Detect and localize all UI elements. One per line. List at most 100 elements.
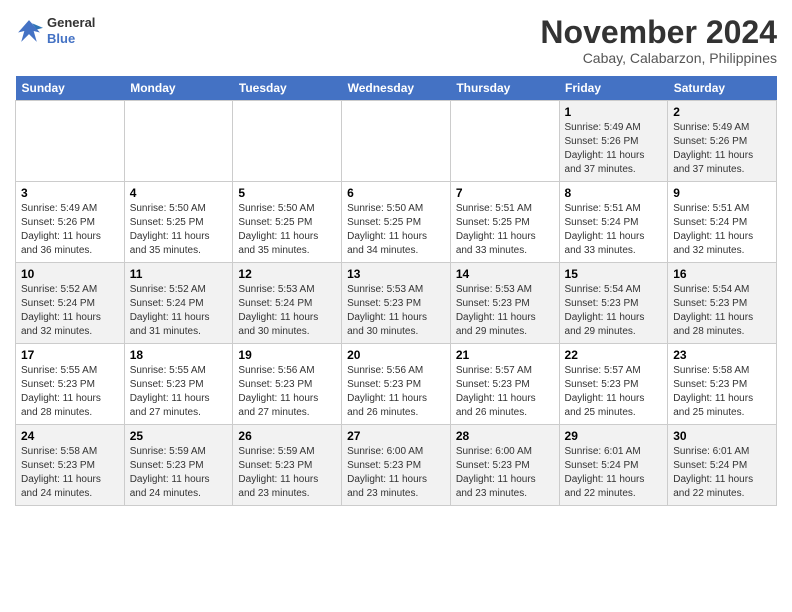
day-info: Sunrise: 5:59 AM Sunset: 5:23 PM Dayligh… (130, 445, 228, 501)
day-number: 16 (673, 267, 771, 281)
day-number: 30 (673, 429, 771, 443)
calendar-cell: 7 Sunrise: 5:51 AM Sunset: 5:25 PM Daylig… (450, 182, 559, 263)
day-number: 24 (21, 429, 119, 443)
day-number: 1 (565, 105, 663, 119)
calendar-week-row: 3 Sunrise: 5:49 AM Sunset: 5:26 PM Daylig… (16, 182, 777, 263)
calendar-cell (233, 101, 342, 182)
day-info: Sunrise: 5:59 AM Sunset: 5:23 PM Dayligh… (238, 445, 336, 501)
day-number: 23 (673, 348, 771, 362)
calendar-cell: 17Sunrise: 5:55 AM Sunset: 5:23 PM Dayli… (16, 344, 125, 425)
calendar-cell: 13Sunrise: 5:53 AM Sunset: 5:23 PM Dayli… (342, 263, 451, 344)
day-info: Sunrise: 5:57 AM Sunset: 5:23 PM Dayligh… (456, 364, 554, 420)
day-info: Sunrise: 5:51 AM Sunset: 5:25 PM Dayligh… (456, 202, 554, 258)
calendar-cell: 18 Sunrise: 5:55 AM Sunset: 5:23 PM Dayli… (124, 344, 233, 425)
calendar-cell: 11Sunrise: 5:52 AM Sunset: 5:24 PM Dayli… (124, 263, 233, 344)
logo-text-line2: Blue (47, 31, 95, 47)
day-number: 20 (347, 348, 445, 362)
calendar-cell: 28 Sunrise: 6:00 AM Sunset: 5:23 PM Dayli… (450, 425, 559, 506)
day-info: Sunrise: 6:00 AM Sunset: 5:23 PM Dayligh… (456, 445, 554, 501)
day-number: 15 (565, 267, 663, 281)
day-info: Sunrise: 5:56 AM Sunset: 5:23 PM Dayligh… (347, 364, 445, 420)
day-number: 2 (673, 105, 771, 119)
title-section: November 2024 Cabay, Calabarzon, Philipp… (540, 15, 777, 66)
day-number: 4 (130, 186, 228, 200)
calendar-week-row: 17 Sunrise: 5:55 AM Sunset: 5:23 PM Dayli… (16, 344, 777, 425)
calendar-cell (124, 101, 233, 182)
logo: General Blue (15, 15, 95, 46)
calendar-cell: 4 Sunrise: 5:50 AM Sunset: 5:25 PM Daylig… (124, 182, 233, 263)
calendar-cell (342, 101, 451, 182)
calendar-cell (16, 101, 125, 182)
day-info: Sunrise: 5:56 AM Sunset: 5:23 PM Dayligh… (238, 364, 336, 420)
day-number: 9 (673, 186, 771, 200)
day-number: 5 (238, 186, 336, 200)
calendar-cell: 9 Sunrise: 5:51 AM Sunset: 5:24 PM Daylig… (668, 182, 777, 263)
calendar-cell: 27 Sunrise: 6:00 AM Sunset: 5:23 PM Dayli… (342, 425, 451, 506)
calendar-cell: 2 Sunrise: 5:49 AM Sunset: 5:26 PM Daylig… (668, 101, 777, 182)
day-info: Sunrise: 5:49 AM Sunset: 5:26 PM Dayligh… (673, 121, 771, 177)
location-subtitle: Cabay, Calabarzon, Philippines (540, 50, 777, 66)
day-number: 17 (21, 348, 119, 362)
day-number: 3 (21, 186, 119, 200)
day-info: Sunrise: 5:49 AM Sunset: 5:26 PM Dayligh… (21, 202, 119, 258)
day-number: 13 (347, 267, 445, 281)
calendar-cell: 12 Sunrise: 5:53 AM Sunset: 5:24 PM Dayli… (233, 263, 342, 344)
calendar-cell: 6 Sunrise: 5:50 AM Sunset: 5:25 PM Daylig… (342, 182, 451, 263)
weekday-header-friday: Friday (559, 76, 668, 101)
weekday-header-saturday: Saturday (668, 76, 777, 101)
calendar-cell (450, 101, 559, 182)
weekday-header-row: SundayMondayTuesdayWednesdayThursdayFrid… (16, 76, 777, 101)
weekday-header-sunday: Sunday (16, 76, 125, 101)
day-info: Sunrise: 5:53 AM Sunset: 5:24 PM Dayligh… (238, 283, 336, 339)
weekday-header-monday: Monday (124, 76, 233, 101)
day-info: Sunrise: 5:53 AM Sunset: 5:23 PM Dayligh… (456, 283, 554, 339)
day-number: 18 (130, 348, 228, 362)
day-number: 22 (565, 348, 663, 362)
calendar-cell: 14 Sunrise: 5:53 AM Sunset: 5:23 PM Dayli… (450, 263, 559, 344)
calendar-cell: 26Sunrise: 5:59 AM Sunset: 5:23 PM Dayli… (233, 425, 342, 506)
day-info: Sunrise: 5:55 AM Sunset: 5:23 PM Dayligh… (130, 364, 228, 420)
day-info: Sunrise: 5:54 AM Sunset: 5:23 PM Dayligh… (565, 283, 663, 339)
calendar-week-row: 10 Sunrise: 5:52 AM Sunset: 5:24 PM Dayli… (16, 263, 777, 344)
day-info: Sunrise: 6:01 AM Sunset: 5:24 PM Dayligh… (565, 445, 663, 501)
day-info: Sunrise: 5:50 AM Sunset: 5:25 PM Dayligh… (130, 202, 228, 258)
day-number: 7 (456, 186, 554, 200)
weekday-header-wednesday: Wednesday (342, 76, 451, 101)
logo-text-line1: General (47, 15, 95, 31)
calendar-cell: 24Sunrise: 5:58 AM Sunset: 5:23 PM Dayli… (16, 425, 125, 506)
day-number: 28 (456, 429, 554, 443)
day-number: 6 (347, 186, 445, 200)
calendar-cell: 30 Sunrise: 6:01 AM Sunset: 5:24 PM Dayli… (668, 425, 777, 506)
calendar-table: SundayMondayTuesdayWednesdayThursdayFrid… (15, 76, 777, 506)
page-header: General Blue November 2024 Cabay, Calaba… (15, 15, 777, 66)
day-info: Sunrise: 5:51 AM Sunset: 5:24 PM Dayligh… (565, 202, 663, 258)
day-info: Sunrise: 6:01 AM Sunset: 5:24 PM Dayligh… (673, 445, 771, 501)
day-number: 27 (347, 429, 445, 443)
day-info: Sunrise: 5:49 AM Sunset: 5:26 PM Dayligh… (565, 121, 663, 177)
day-info: Sunrise: 5:57 AM Sunset: 5:23 PM Dayligh… (565, 364, 663, 420)
day-number: 8 (565, 186, 663, 200)
day-info: Sunrise: 5:50 AM Sunset: 5:25 PM Dayligh… (347, 202, 445, 258)
day-number: 14 (456, 267, 554, 281)
day-number: 25 (130, 429, 228, 443)
logo-icon (15, 17, 43, 45)
day-number: 11 (130, 267, 228, 281)
day-number: 12 (238, 267, 336, 281)
day-number: 29 (565, 429, 663, 443)
calendar-cell: 23Sunrise: 5:58 AM Sunset: 5:23 PM Dayli… (668, 344, 777, 425)
weekday-header-thursday: Thursday (450, 76, 559, 101)
day-number: 10 (21, 267, 119, 281)
calendar-cell: 8 Sunrise: 5:51 AM Sunset: 5:24 PM Daylig… (559, 182, 668, 263)
calendar-cell: 10 Sunrise: 5:52 AM Sunset: 5:24 PM Dayli… (16, 263, 125, 344)
calendar-cell: 21Sunrise: 5:57 AM Sunset: 5:23 PM Dayli… (450, 344, 559, 425)
calendar-week-row: 24Sunrise: 5:58 AM Sunset: 5:23 PM Dayli… (16, 425, 777, 506)
month-title: November 2024 (540, 15, 777, 50)
day-info: Sunrise: 5:51 AM Sunset: 5:24 PM Dayligh… (673, 202, 771, 258)
calendar-cell: 19 Sunrise: 5:56 AM Sunset: 5:23 PM Dayli… (233, 344, 342, 425)
calendar-cell: 5Sunrise: 5:50 AM Sunset: 5:25 PM Daylig… (233, 182, 342, 263)
calendar-cell: 1 Sunrise: 5:49 AM Sunset: 5:26 PM Daylig… (559, 101, 668, 182)
calendar-cell: 16Sunrise: 5:54 AM Sunset: 5:23 PM Dayli… (668, 263, 777, 344)
day-number: 19 (238, 348, 336, 362)
day-info: Sunrise: 5:52 AM Sunset: 5:24 PM Dayligh… (21, 283, 119, 339)
day-info: Sunrise: 6:00 AM Sunset: 5:23 PM Dayligh… (347, 445, 445, 501)
